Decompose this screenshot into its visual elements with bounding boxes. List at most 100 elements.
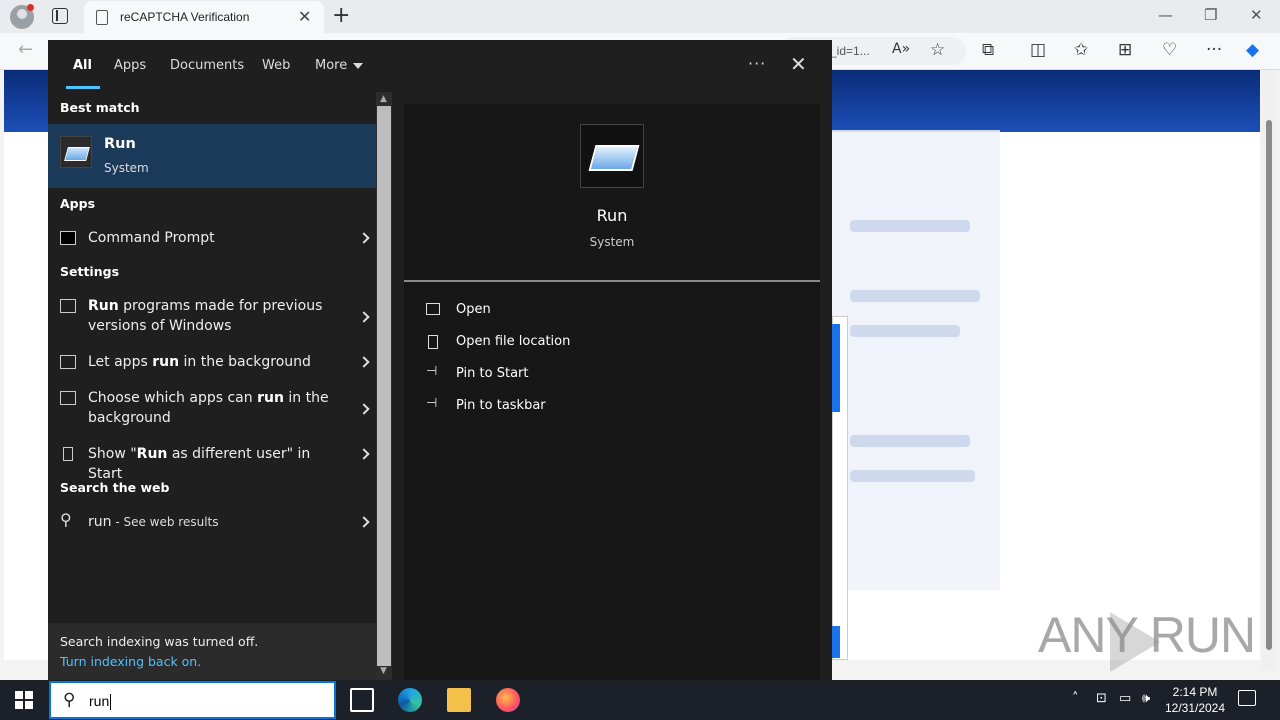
chevron-right-icon[interactable]	[358, 232, 370, 244]
taskbar: ⚲ run ˄ ⊡ ▭ 🕪 2:14 PM 12/31/2024	[0, 680, 1280, 720]
firefox-icon[interactable]	[496, 688, 520, 712]
show-hidden-icons-icon[interactable]: ˄	[1072, 691, 1079, 706]
result-label: Run programs made for previous versions …	[88, 298, 323, 334]
result-run-compat[interactable]: Run programs made for previous versions …	[48, 296, 376, 336]
favorites-icon[interactable]: ✩	[1074, 40, 1088, 60]
search-results-list: Best match Run System Apps Command Promp…	[48, 92, 376, 680]
page-scroll-thumb[interactable]	[1266, 120, 1272, 650]
result-web-search[interactable]: ⚲ run - See web results	[48, 510, 376, 536]
taskbar-search-input[interactable]: ⚲ run	[49, 681, 336, 719]
action-label: Open file location	[456, 334, 571, 349]
windows-start-icon[interactable]	[15, 691, 33, 709]
result-run-as-different-user[interactable]: Show "Run as different user" in Start	[48, 444, 376, 482]
run-app-large-icon	[580, 124, 644, 188]
start-search-panel: All Apps Documents Web More ··· ✕ Best m…	[48, 40, 832, 680]
search-icon: ⚲	[60, 510, 72, 529]
turn-indexing-on-link[interactable]: Turn indexing back on.	[60, 654, 201, 669]
network-icon[interactable]: ▭	[1119, 691, 1131, 706]
chevron-right-icon[interactable]	[358, 448, 370, 460]
extensions-icon[interactable]: ⧉	[982, 40, 994, 60]
filter-all[interactable]: All	[73, 58, 92, 73]
open-icon	[426, 303, 440, 315]
page-scrollbar[interactable]	[1262, 70, 1276, 670]
results-scroll-thumb[interactable]	[377, 106, 391, 666]
apps-heading: Apps	[60, 196, 96, 211]
result-label: Show "Run as different user" in Start	[88, 446, 311, 482]
indexing-notice: Search indexing was turned off. Turn ind…	[48, 623, 376, 680]
more-options-icon[interactable]: ···	[748, 54, 766, 73]
chevron-right-icon[interactable]	[358, 356, 370, 368]
system-clock[interactable]: 2:14 PM 12/31/2024	[1160, 684, 1230, 716]
more-menu-icon[interactable]: ···	[1206, 40, 1222, 60]
result-label: Let apps run in the background	[88, 354, 311, 370]
results-scrollbar[interactable]: ▲ ▼	[376, 92, 392, 680]
chevron-right-icon[interactable]	[358, 311, 370, 323]
action-label: Pin to taskbar	[456, 398, 546, 413]
filter-more[interactable]: More	[315, 58, 364, 73]
image-settings-icon	[60, 355, 76, 369]
clock-time: 2:14 PM	[1172, 685, 1218, 699]
run-app-icon	[60, 136, 92, 168]
read-aloud-icon[interactable]: A»	[892, 41, 910, 57]
address-text: _id=1...	[830, 44, 870, 58]
scroll-up-icon[interactable]: ▲	[380, 94, 387, 104]
search-query-text: run	[89, 693, 112, 711]
collections-icon[interactable]: ⊞	[1118, 40, 1132, 60]
action-pin-to-taskbar[interactable]: ⊣ Pin to taskbar	[426, 396, 726, 420]
settings-window-icon	[60, 299, 76, 313]
file-explorer-icon[interactable]	[447, 688, 471, 712]
best-match-item-run[interactable]: Run System	[48, 124, 376, 188]
settings-heading: Settings	[60, 264, 120, 279]
action-open[interactable]: Open	[426, 300, 726, 324]
performance-icon[interactable]: ♡	[1162, 40, 1177, 60]
new-tab-button[interactable]: +	[332, 3, 350, 28]
task-view-icon[interactable]	[350, 688, 374, 712]
close-window-button[interactable]: ✕	[1250, 6, 1263, 24]
active-filter-indicator	[66, 86, 100, 89]
device-icon[interactable]: ⊡	[1096, 691, 1107, 706]
split-screen-icon[interactable]: ◫	[1030, 40, 1046, 60]
chevron-down-icon	[353, 62, 364, 69]
search-web-heading: Search the web	[60, 480, 170, 495]
chevron-right-icon[interactable]	[358, 403, 370, 415]
tab-actions-icon[interactable]	[52, 8, 68, 24]
action-pin-to-start[interactable]: ⊣ Pin to Start	[426, 364, 726, 388]
minimize-button[interactable]: —	[1158, 6, 1173, 24]
scroll-down-icon[interactable]: ▼	[380, 666, 387, 676]
blurred-content-card	[830, 130, 1000, 590]
captcha-accent-bottom	[832, 626, 840, 658]
filter-documents[interactable]: Documents	[170, 58, 244, 73]
browser-tab-recaptcha[interactable]: reCAPTCHA Verification ✕	[84, 1, 324, 33]
clock-date: 12/31/2024	[1164, 701, 1226, 715]
result-command-prompt[interactable]: Command Prompt	[48, 228, 376, 252]
image-settings-icon	[60, 391, 76, 405]
volume-icon[interactable]: 🕪	[1142, 691, 1150, 706]
favorite-star-icon[interactable]: ☆	[930, 40, 945, 60]
preview-title: Run	[596, 206, 628, 225]
switch-settings-icon	[63, 447, 73, 461]
best-match-title: Run	[104, 136, 136, 152]
filter-apps[interactable]: Apps	[114, 58, 146, 73]
chevron-right-icon[interactable]	[358, 516, 370, 528]
action-label: Open	[456, 302, 491, 317]
restore-button[interactable]: ❐	[1204, 6, 1217, 24]
result-label: Command Prompt	[88, 230, 215, 246]
tab-close-icon[interactable]: ✕	[298, 7, 311, 26]
result-choose-background-apps[interactable]: Choose which apps can run in the backgro…	[48, 388, 376, 428]
watermark-logo: ANY RUN	[1038, 607, 1256, 663]
result-background-apps[interactable]: Let apps run in the background	[48, 352, 376, 376]
pin-icon: ⊣	[426, 396, 438, 411]
edge-browser-icon[interactable]	[398, 688, 422, 712]
profile-notification-dot	[27, 4, 34, 11]
copilot-icon[interactable]: ◆	[1246, 40, 1259, 60]
filter-web[interactable]: Web	[262, 58, 290, 73]
pin-icon: ⊣	[426, 364, 438, 379]
indexing-message: Search indexing was turned off.	[60, 634, 259, 649]
notifications-icon[interactable]	[1238, 690, 1256, 706]
captcha-accent	[832, 324, 840, 412]
page-icon	[96, 10, 108, 25]
action-open-file-location[interactable]: Open file location	[426, 332, 726, 356]
tab-title: reCAPTCHA Verification	[120, 10, 250, 24]
back-arrow-icon[interactable]: ←	[18, 39, 33, 60]
close-icon[interactable]: ✕	[790, 52, 807, 76]
